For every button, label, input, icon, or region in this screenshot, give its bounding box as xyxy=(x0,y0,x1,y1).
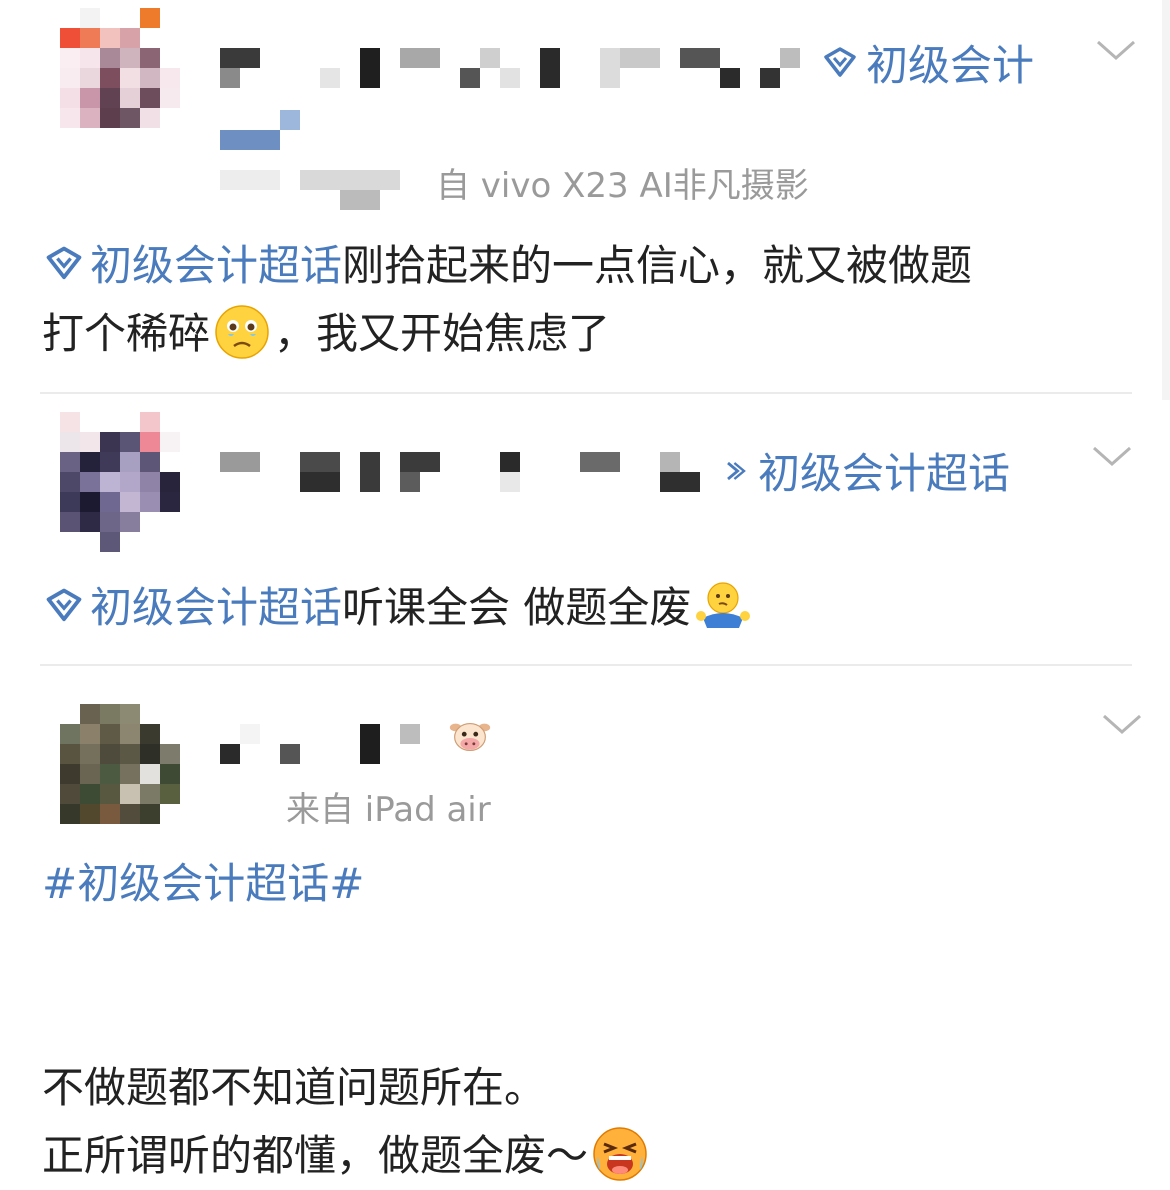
hashtag-link[interactable]: #初级会计超话# xyxy=(42,859,364,908)
post-source: 自 vivo X23 AI非凡摄影 xyxy=(436,166,809,206)
super-topic-icon xyxy=(824,46,856,77)
post-text: 不做题都不知道问题所在。 xyxy=(42,1063,547,1112)
super-topic-icon xyxy=(727,461,746,480)
avatar[interactable] xyxy=(60,8,180,148)
super-topic-link[interactable]: 初级会计超话 xyxy=(42,583,342,632)
chevron-down-icon[interactable] xyxy=(1094,36,1138,66)
chevron-down-icon[interactable] xyxy=(1100,710,1144,740)
post-2: 初级会计超话 初级会计超话听课全会 做题全废 xyxy=(0,394,1170,664)
topic-tag-label: 初级会计 xyxy=(866,41,1035,90)
post-text: 刚拾起来的一点信心，就又被做题 xyxy=(342,241,973,290)
super-topic-icon xyxy=(46,246,82,280)
cow-face-emoji-icon xyxy=(449,723,491,752)
super-topic-link[interactable]: 初级会计超话 xyxy=(42,241,342,290)
topic-tag-label: 初级会计超话 xyxy=(758,449,1011,498)
post-content: #初级会计超话# 不做题都不知道问题所在。 正所谓听的都懂，做题全废～ xyxy=(42,850,1122,1190)
super-topic-icon xyxy=(46,588,82,622)
topic-tag[interactable]: 初级会计超话 xyxy=(720,440,1010,501)
post-1: 初级会计 自 vivo X23 AI非凡摄影 初级会计超话刚拾起来的一点信心，就… xyxy=(0,0,1170,392)
post-source: 来自 iPad air xyxy=(286,790,491,830)
post-3: 来自 iPad air #初级会计超话# 不做题都不知道问题所在。 正所谓听的都… xyxy=(0,666,1170,1181)
username-pixelated[interactable] xyxy=(220,724,450,768)
post-content: 初级会计超话听课全会 做题全废 xyxy=(42,574,1122,642)
crying-loud-emoji-icon xyxy=(593,1127,647,1181)
super-topic-link-label: 初级会计超话 xyxy=(90,241,343,290)
username-pixelated[interactable] xyxy=(220,452,720,496)
post-content: 初级会计超话刚拾起来的一点信心，就又被做题 打个稀碎 ，我又开始焦虑了 xyxy=(42,232,1122,368)
post-text: ，我又开始焦虑了 xyxy=(274,309,611,358)
super-topic-link-label: 初级会计超话 xyxy=(90,583,343,632)
avatar[interactable] xyxy=(60,704,180,844)
post-text: 打个稀碎 xyxy=(42,309,211,358)
chevron-down-icon[interactable] xyxy=(1090,442,1134,472)
topic-tag[interactable]: 初级会计 xyxy=(820,32,1034,93)
avatar[interactable] xyxy=(60,412,180,552)
post-text: 听课全会 做题全废 xyxy=(342,583,692,632)
post-text: 正所谓听的都懂，做题全废～ xyxy=(42,1131,589,1180)
shrug-emoji-icon xyxy=(696,582,751,628)
sad-tears-emoji-icon xyxy=(215,305,269,359)
